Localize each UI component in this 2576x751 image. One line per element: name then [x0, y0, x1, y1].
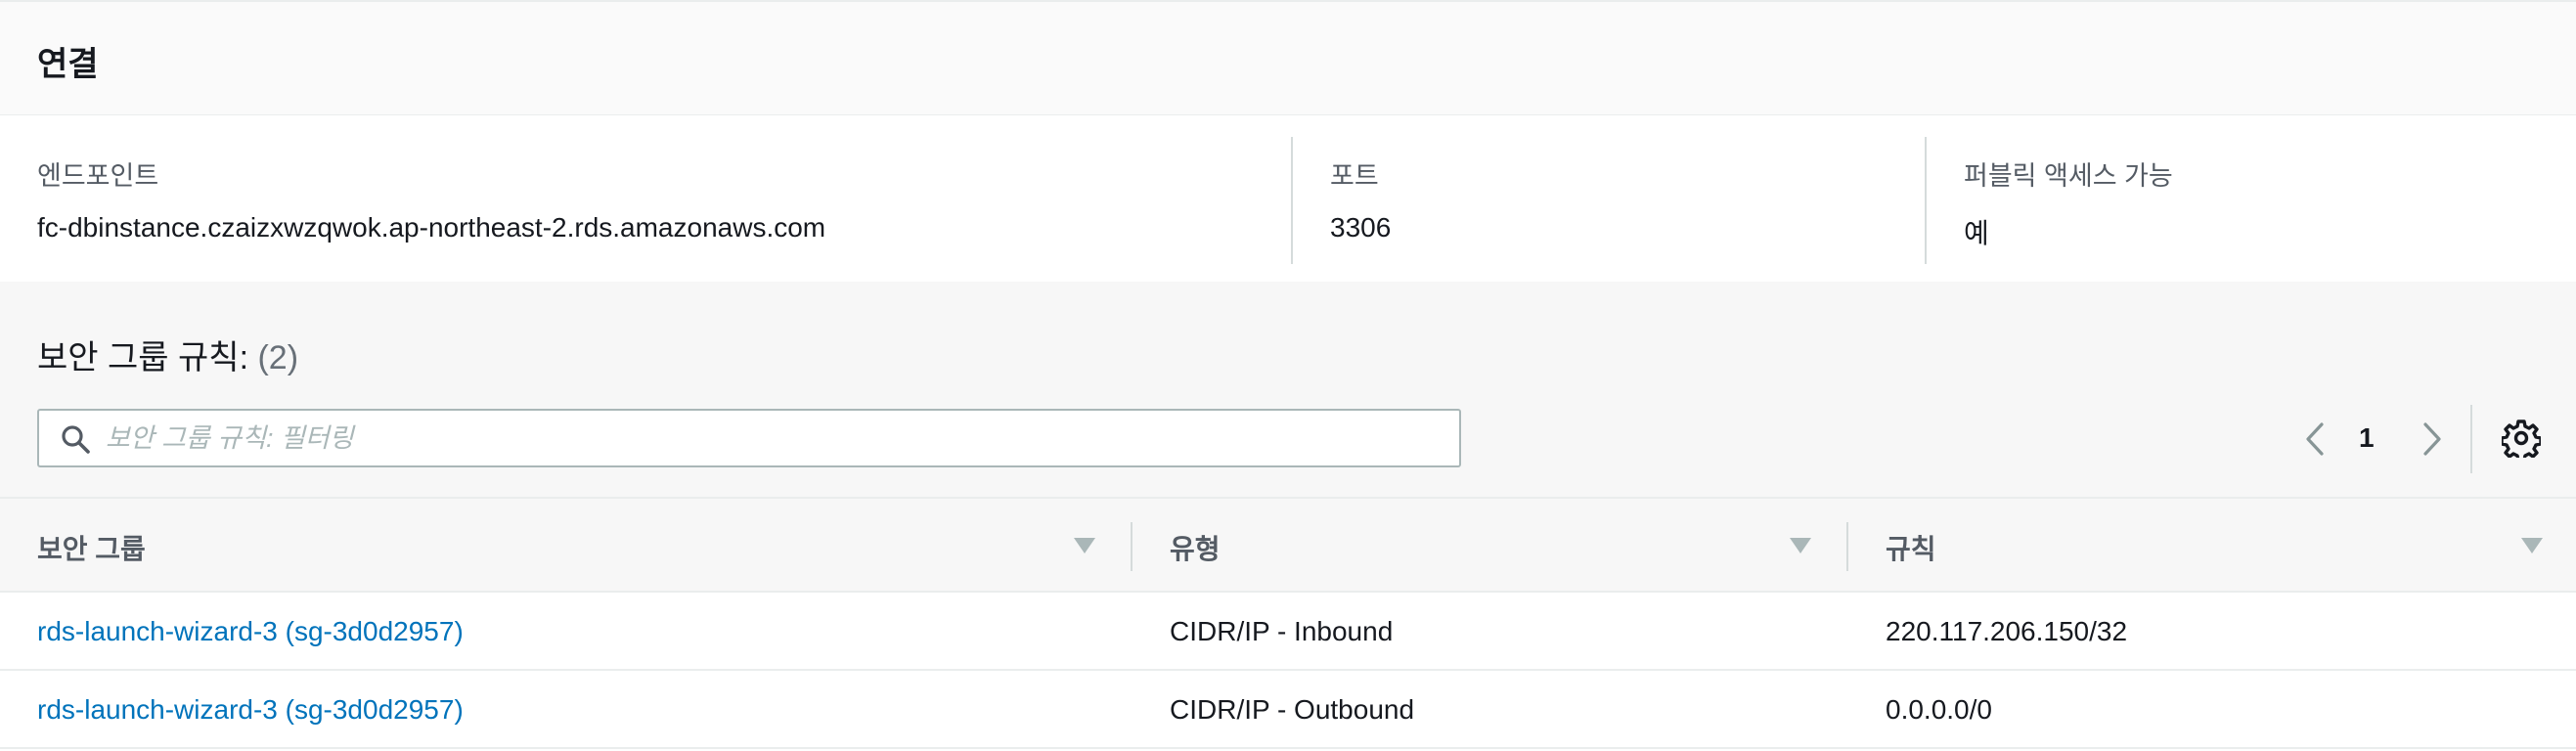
caret-down-icon[interactable]	[1074, 538, 1095, 553]
security-group-rules-title-text: 보안 그룹 규칙:	[37, 339, 249, 376]
security-group-link[interactable]: rds-launch-wizard-3 (sg-3d0d2957)	[37, 694, 464, 726]
rule-type: CIDR/IP - Outbound	[1170, 694, 1415, 725]
table-row: rds-launch-wizard-3 (sg-3d0d2957) CIDR/I…	[0, 671, 2576, 749]
table-row: rds-launch-wizard-3 (sg-3d0d2957) CIDR/I…	[0, 593, 2576, 671]
column-header-security-group[interactable]: 보안 그룹	[37, 499, 1133, 593]
page-number[interactable]: 1	[2359, 422, 2375, 454]
public-access-label: 퍼블릭 액세스 가능	[1964, 161, 2173, 191]
endpoint-label: 엔드포인트	[37, 161, 159, 191]
rds-connection-page: 연결 엔드포인트 fc-dbinstance.czaizxwzqwok.ap-n…	[0, 0, 2576, 751]
filter-search-box[interactable]	[37, 409, 1461, 467]
endpoint-value: fc-dbinstance.czaizxwzqwok.ap-northeast-…	[37, 212, 826, 243]
security-group-rules-section: 보안 그룹 규칙: (2) 1	[0, 282, 2576, 497]
chevron-left-icon[interactable]	[2296, 417, 2335, 462]
column-header-label: 유형	[1170, 534, 1221, 564]
rule-value: 220.117.206.150/32	[1886, 616, 2128, 646]
security-group-rules-title: 보안 그룹 규칙: (2)	[37, 331, 298, 378]
port-label: 포트	[1330, 161, 1379, 191]
pagination-divider	[2470, 405, 2472, 473]
connection-header: 연결	[0, 0, 2576, 115]
caret-down-icon[interactable]	[2521, 538, 2543, 553]
connection-title: 연결	[37, 46, 99, 83]
connection-details: 엔드포인트 fc-dbinstance.czaizxwzqwok.ap-nort…	[0, 115, 2576, 282]
filter-search-input[interactable]	[106, 419, 1445, 458]
port-field: 포트 3306	[1291, 137, 1897, 264]
security-group-rules-table: 보안 그룹 유형 규칙 rds-launch-wizard-3 (sg-3d0d…	[0, 497, 2576, 751]
table-header: 보안 그룹 유형 규칙	[0, 497, 2576, 593]
search-icon	[62, 425, 90, 454]
column-header-label: 규칙	[1886, 534, 1936, 564]
public-access-field: 퍼블릭 액세스 가능 예	[1925, 137, 2570, 264]
port-value: 3306	[1330, 212, 1392, 243]
security-group-rules-count: (2)	[257, 339, 299, 376]
security-group-link[interactable]: rds-launch-wizard-3 (sg-3d0d2957)	[37, 616, 464, 647]
chevron-right-icon[interactable]	[2412, 417, 2451, 462]
endpoint-field: 엔드포인트 fc-dbinstance.czaizxwzqwok.ap-nort…	[37, 137, 1279, 264]
column-header-rule[interactable]: 규칙	[1886, 499, 2570, 593]
public-access-value: 예	[1964, 218, 1989, 248]
column-header-type[interactable]: 유형	[1170, 499, 1854, 593]
rule-value: 0.0.0.0/0	[1886, 694, 1992, 725]
caret-down-icon[interactable]	[1790, 538, 1811, 553]
column-divider[interactable]	[1131, 522, 1133, 571]
column-header-label: 보안 그룹	[37, 534, 146, 564]
rule-type: CIDR/IP - Inbound	[1170, 616, 1394, 646]
column-divider[interactable]	[1846, 522, 1848, 571]
gear-icon[interactable]	[2502, 419, 2541, 458]
